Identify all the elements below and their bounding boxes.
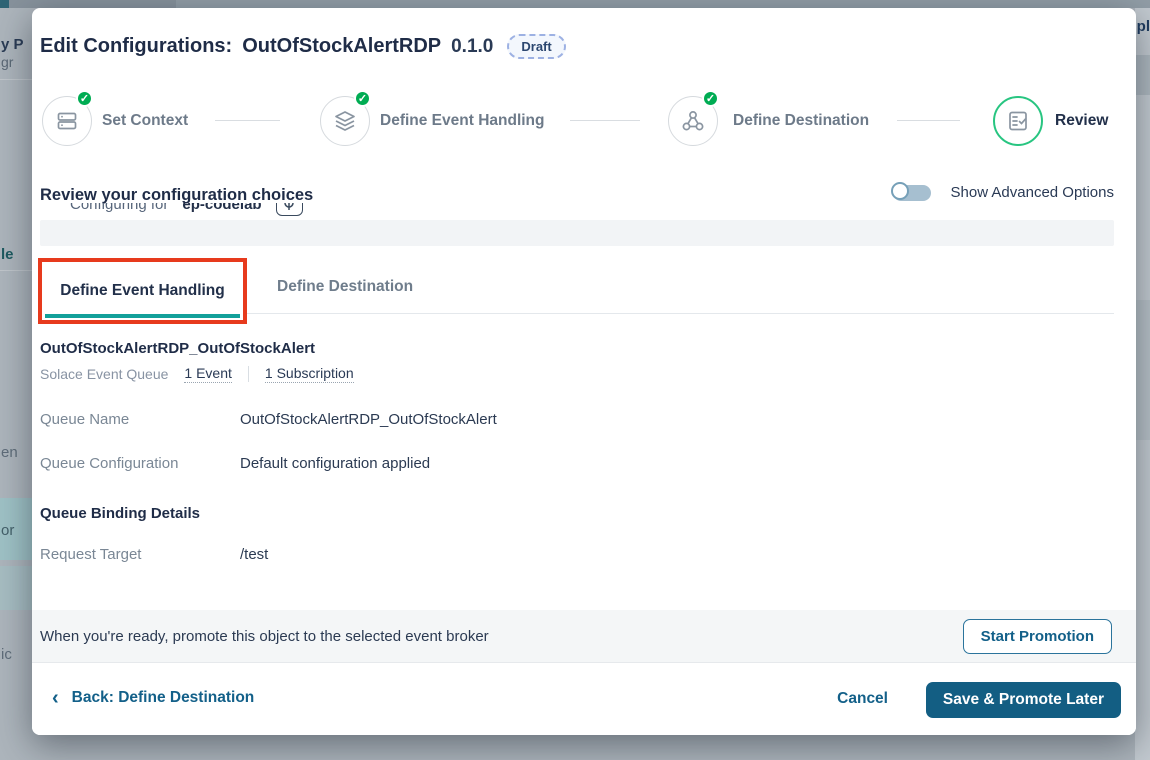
object-name: OutOfStockAlertRDP [242, 35, 441, 58]
back-label: Back: Define Destination [72, 689, 255, 707]
step-label: Define Destination [733, 112, 869, 130]
layers-icon [333, 109, 357, 133]
object-version: 0.1.0 [451, 36, 493, 58]
configuring-for-row: Configuring for ep-codelab [70, 203, 470, 217]
queue-object-subtitle-row: Solace Event Queue 1 Event 1 Subscriptio… [40, 364, 354, 384]
queue-configuration-row: Queue Configuration Default configuratio… [40, 455, 430, 472]
advanced-options-row: Show Advanced Options [893, 184, 1114, 201]
subscription-count-link[interactable]: 1 Subscription [265, 365, 354, 383]
field-value: OutOfStockAlertRDP_OutOfStockAlert [240, 411, 497, 428]
field-value: Default configuration applied [240, 455, 430, 472]
background-text-fragment: le [1, 246, 14, 263]
active-tab-indicator [45, 314, 240, 318]
field-label: Queue Configuration [40, 455, 240, 472]
back-button[interactable]: ‹ Back: Define Destination [52, 689, 254, 707]
cancel-button[interactable]: Cancel [837, 690, 888, 708]
webhook-icon [681, 109, 705, 133]
background-right-band [1135, 300, 1150, 440]
red-annotation-box: Define Event Handling [38, 258, 247, 324]
dialog-title: Edit Configurations: [40, 35, 232, 58]
tab-define-destination[interactable]: Define Destination [277, 278, 413, 296]
step-connector [215, 120, 280, 121]
server-icon [55, 109, 79, 133]
save-promote-later-button[interactable]: Save & Promote Later [926, 682, 1121, 718]
checklist-icon [1006, 109, 1030, 133]
promotion-message: When you're ready, promote this object t… [40, 628, 489, 645]
queue-binding-details-heading: Queue Binding Details [40, 505, 200, 522]
object-type-label: Solace Event Queue [40, 366, 168, 382]
field-label: Queue Name [40, 411, 240, 428]
dialog-title-row: Edit Configurations: OutOfStockAlertRDP … [40, 34, 566, 59]
configuring-for-value: ep-codelab [182, 203, 261, 213]
chevron-left-icon: ‹ [52, 689, 59, 707]
background-top-band-left [0, 0, 176, 8]
background-text-fragment: gr [1, 54, 13, 70]
advanced-options-label: Show Advanced Options [951, 184, 1114, 201]
collapsed-panel-bar [40, 220, 1114, 246]
background-divider [0, 79, 33, 80]
event-broker-icon[interactable] [276, 203, 303, 216]
queue-object-title: OutOfStockAlertRDP_OutOfStockAlert [40, 340, 315, 357]
show-advanced-options-toggle[interactable] [893, 185, 931, 201]
toggle-knob [891, 182, 909, 200]
tab-define-event-handling[interactable]: Define Event Handling [42, 262, 243, 320]
step-label: Set Context [102, 112, 188, 130]
step-complete-check-icon: ✓ [702, 90, 719, 107]
background-top-corner [0, 0, 9, 8]
divider [248, 366, 249, 382]
step-label: Review [1055, 112, 1108, 130]
step-connector [570, 120, 640, 121]
configuring-for-label: Configuring for [70, 203, 168, 213]
queue-name-row: Queue Name OutOfStockAlertRDP_OutOfStock… [40, 411, 497, 428]
background-text-fragment: y P [1, 36, 24, 53]
tab-label: Define Event Handling [60, 282, 225, 300]
background-top-band [0, 0, 1150, 8]
field-value: /test [240, 546, 268, 563]
background-text-fragment: ic [1, 646, 12, 663]
request-target-row: Request Target /test [40, 546, 268, 563]
step-connector [897, 120, 960, 121]
background-text-fragment: en [1, 444, 18, 461]
step-complete-check-icon: ✓ [354, 90, 371, 107]
step-complete-check-icon: ✓ [76, 90, 93, 107]
background-divider [0, 270, 33, 271]
background-text-fragment: or [1, 522, 14, 539]
step-review[interactable] [993, 96, 1043, 146]
start-promotion-button[interactable]: Start Promotion [963, 619, 1112, 654]
event-count-link[interactable]: 1 Event [184, 365, 231, 383]
draft-status-badge: Draft [507, 34, 565, 59]
promotion-bar: When you're ready, promote this object t… [32, 610, 1136, 663]
edit-configurations-dialog: Edit Configurations: OutOfStockAlertRDP … [32, 8, 1136, 735]
step-label: Define Event Handling [380, 112, 545, 130]
background-row [0, 566, 35, 610]
background-right-band [1135, 55, 1150, 95]
background-text-fragment: pl [1137, 18, 1150, 35]
dialog-footer: ‹ Back: Define Destination Cancel Save &… [32, 663, 1136, 735]
field-label: Request Target [40, 546, 240, 563]
